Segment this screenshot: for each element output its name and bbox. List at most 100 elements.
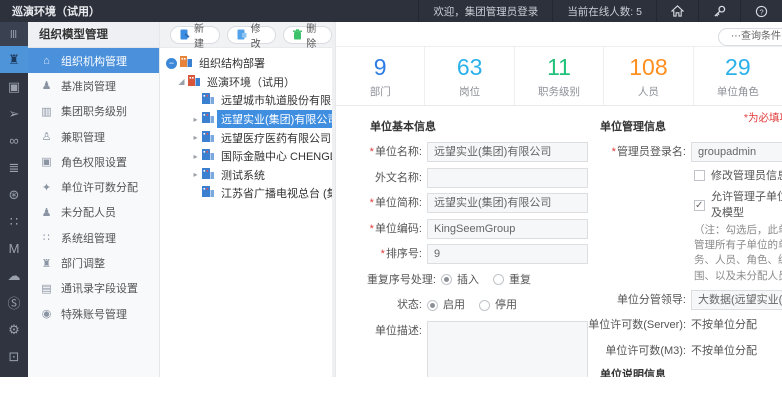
- tree-node-label[interactable]: 国际金融中心 CHENGDU IFS: [217, 147, 332, 165]
- org-node-icon: [180, 56, 192, 70]
- home-button[interactable]: [656, 0, 698, 22]
- radio-disabled[interactable]: 停用: [479, 295, 517, 315]
- field-label: 排序号:: [386, 248, 422, 260]
- unit-short-input[interactable]: 远望实业(集团)有限公司: [427, 193, 588, 213]
- tree-node-label[interactable]: 测试系统: [217, 166, 269, 184]
- field-dup-handle: 重复序号处理: 插入 重复: [364, 270, 588, 290]
- rail-item-data-stack[interactable]: ≣: [0, 154, 28, 181]
- sort-no-input[interactable]: 9: [427, 244, 588, 264]
- help-icon: ?: [755, 5, 768, 18]
- stat-people[interactable]: 108 人员: [604, 47, 693, 105]
- tree-node-company[interactable]: 江苏省广播电视总台 (集团): [166, 184, 332, 203]
- sidebar-item-unassigned-people[interactable]: ♟未分配人员: [28, 200, 159, 225]
- help-button[interactable]: ?: [740, 0, 782, 22]
- unit-description-textarea[interactable]: [427, 321, 588, 378]
- rail-item-m-module[interactable]: M: [0, 235, 28, 262]
- unit-name-input[interactable]: 远望实业(集团)有限公司: [427, 142, 588, 162]
- tree-node-company[interactable]: ▸ 远望医疗医药有限公司: [166, 128, 332, 147]
- field-status: 状态: 启用 停用: [350, 295, 588, 315]
- rail-item-workbench[interactable]: ▣: [0, 73, 28, 100]
- sidebar-item-org-structure[interactable]: ⌂组织机构管理: [28, 48, 159, 73]
- password-button[interactable]: [698, 0, 740, 22]
- stat-job-levels[interactable]: 11 职务级别: [515, 47, 604, 105]
- caret-collapsed-icon[interactable]: ▸: [190, 133, 201, 142]
- sidebar-item-group-job-level[interactable]: ▥集团职务级别: [28, 99, 159, 124]
- tree-node-company[interactable]: ▸ 国际金融中心 CHENGDU IFS: [166, 147, 332, 166]
- rail-item-finance[interactable]: Ⓢ: [0, 289, 28, 316]
- tree-node-label[interactable]: 巡演环境（试用）: [203, 73, 299, 91]
- tree-node-label[interactable]: 远望城市轨道股份有限公司: [217, 91, 332, 109]
- company-node-icon: [202, 149, 214, 163]
- stat-label: 部门: [370, 84, 391, 99]
- rail-item-org-model[interactable]: ♜: [0, 46, 28, 73]
- tree-node-label[interactable]: 江苏省广播电视总台 (集团): [217, 184, 332, 202]
- field-label: 单位分管领导:: [586, 290, 686, 310]
- radio-enabled[interactable]: 启用: [427, 295, 465, 315]
- rail-item-terminal[interactable]: ⊡: [0, 343, 28, 370]
- query-conditions-button[interactable]: ⋯查询条件: [718, 28, 782, 46]
- radio-repeat[interactable]: 重复: [493, 270, 531, 290]
- department-icon: ♜: [39, 257, 54, 270]
- stat-unit-roles[interactable]: 29 单位角色: [694, 47, 782, 105]
- caret-collapsed-icon[interactable]: ▸: [190, 170, 201, 179]
- rail-item-integration[interactable]: ∞: [0, 127, 28, 154]
- tree-node-company-selected[interactable]: ▸ 远望实业(集团)有限公司: [166, 110, 332, 129]
- stat-label: 岗位: [459, 84, 480, 99]
- caret-collapsed-icon[interactable]: ▸: [190, 115, 201, 124]
- sidebar-item-license-allocation[interactable]: ✦单位许可数分配: [28, 174, 159, 199]
- sidebar-item-contact-fields[interactable]: ▤ 通讯录字段设置: [28, 276, 159, 301]
- sidebar-item-label: 通讯录字段设置: [61, 280, 138, 296]
- sidebar-item-base-post[interactable]: ♟基准岗管理: [28, 73, 159, 98]
- sidebar-item-role-permission[interactable]: ▣角色权限设置: [28, 149, 159, 174]
- sidebar-item-label: 兼职管理: [61, 129, 105, 145]
- sidebar-item-special-account[interactable]: ◉特殊账号管理: [28, 301, 159, 326]
- menu-grip-icon[interactable]: Ⅲ: [0, 22, 28, 46]
- tree-node-company[interactable]: 远望城市轨道股份有限公司: [166, 91, 332, 110]
- welcome-text: 欢迎，集团管理员登录: [418, 0, 552, 22]
- stat-departments[interactable]: 9 部门: [336, 47, 425, 105]
- radio-insert[interactable]: 插入: [441, 270, 479, 290]
- tree-node-env[interactable]: ◢ 巡演环境（试用）: [166, 73, 332, 92]
- unit-code-input[interactable]: KingSeemGroup: [427, 219, 588, 239]
- field-unit-code: *单位编码: KingSeemGroup: [350, 219, 588, 239]
- rail-item-message[interactable]: ☁: [0, 262, 28, 289]
- tree-node-label[interactable]: 远望医疗医药有限公司: [217, 129, 332, 147]
- sidebar-item-department-adjust[interactable]: ♜部门调整: [28, 250, 159, 275]
- leader-input[interactable]: 大数据(远望实业(集团)有限公司)、大数...: [691, 290, 782, 310]
- field-label: 单位描述:: [350, 321, 422, 341]
- edit-button[interactable]: 修改: [227, 26, 277, 44]
- radio-unselected-icon: [479, 300, 490, 311]
- part-time-icon: ♙: [39, 130, 54, 143]
- modify-admin-checkbox[interactable]: 修改管理员信息: [694, 168, 782, 184]
- sidebar-item-part-time[interactable]: ♙ 兼职管理: [28, 124, 159, 149]
- contact-fields-icon: ▤: [39, 282, 54, 295]
- radio-selected-icon: [427, 300, 438, 311]
- m-module-icon: M: [9, 241, 20, 256]
- rail-item-theme[interactable]: ⊛: [0, 181, 28, 208]
- tree-node-label[interactable]: 组织结构部署: [195, 54, 269, 72]
- field-label: 单位许可数(M3):: [586, 341, 686, 361]
- collapse-icon[interactable]: −: [166, 58, 177, 69]
- delete-button[interactable]: 删除: [283, 26, 332, 44]
- field-license-m3: 单位许可数(M3): 不按单位分配: [586, 341, 782, 361]
- rail-item-settings[interactable]: ⚙: [0, 316, 28, 343]
- admin-login-input[interactable]: groupadmin: [691, 142, 782, 162]
- section-title-info: 单位说明信息: [600, 366, 782, 377]
- trash-icon: [293, 29, 302, 40]
- stat-posts[interactable]: 63 岗位: [425, 47, 514, 105]
- new-button-label: 新建: [194, 20, 210, 50]
- caret-expanded-icon[interactable]: ◢: [176, 77, 187, 86]
- new-button[interactable]: 新建: [170, 26, 220, 44]
- tree-node-root[interactable]: − 组织结构部署: [166, 54, 332, 73]
- rail-item-apps[interactable]: ∷: [0, 208, 28, 235]
- allow-manage-checkbox[interactable]: 允许管理子单位的组织及模型: [694, 189, 782, 221]
- sidebar: 组织模型管理 ⌂组织机构管理 ♟基准岗管理 ▥集团职务级别 ♙兼职管理 ▣角色权…: [28, 22, 160, 377]
- field-modify-admin: 修改管理员信息: [694, 168, 782, 184]
- foreign-name-input[interactable]: [427, 168, 588, 188]
- tree-node-company[interactable]: ▸ 测试系统: [166, 166, 332, 185]
- rail-item-send[interactable]: ➢: [0, 100, 28, 127]
- tree-node-label[interactable]: 远望实业(集团)有限公司: [217, 110, 332, 128]
- sidebar-item-system-group[interactable]: ∷系统组管理: [28, 225, 159, 250]
- field-label: 单位编码:: [375, 223, 422, 235]
- caret-collapsed-icon[interactable]: ▸: [190, 152, 201, 161]
